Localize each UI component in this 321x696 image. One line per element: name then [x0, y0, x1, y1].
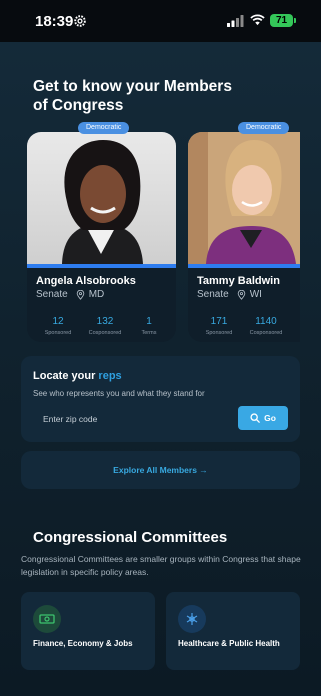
- explore-all-members-button[interactable]: Explore All Members →: [21, 451, 300, 489]
- stat-value: 12: [52, 316, 64, 327]
- status-bar: 18:39 71: [0, 0, 321, 42]
- member-name: Angela Alsobrooks: [36, 275, 136, 287]
- stat-value: 1140: [255, 316, 277, 327]
- stat-cosponsored: 132 Cosponsored: [87, 316, 123, 338]
- stat-terms: 1 Terms: [137, 316, 161, 338]
- party-badge: Democratic: [78, 122, 130, 134]
- go-label: Go: [264, 413, 276, 423]
- location-pin-icon: [237, 289, 245, 300]
- stat-label: Cosponsored: [249, 330, 283, 336]
- member-card[interactable]: Democratic Tammy Baldwin Senate WI 171 S…: [188, 122, 300, 342]
- locate-title-prefix: Locate your: [33, 370, 96, 382]
- party-badge: Democratic: [238, 122, 290, 134]
- party-accent-bar: [27, 264, 176, 268]
- medical-icon-badge: [178, 605, 206, 633]
- party-accent-bar: [188, 264, 300, 268]
- battery-icon: 71: [270, 14, 293, 27]
- money-icon-badge: [33, 605, 61, 633]
- stat-value: 132: [96, 316, 114, 327]
- signal-icon: [227, 15, 244, 27]
- committees-title: Congressional Committees: [33, 529, 228, 546]
- committee-card-healthcare[interactable]: Healthcare & Public Health: [166, 592, 300, 670]
- member-state: WI: [249, 289, 262, 300]
- locate-subtitle: See who represents you and what they sta…: [33, 389, 205, 398]
- battery-tip: [294, 18, 296, 23]
- member-photo: [27, 132, 176, 264]
- locate-reps-card: Locate your reps See who represents you …: [21, 356, 300, 442]
- stat-value: 1: [146, 316, 152, 327]
- wifi-icon: [250, 14, 265, 26]
- page-title: Get to know your Members of Congress: [33, 78, 232, 114]
- committee-card-finance[interactable]: Finance, Economy & Jobs: [21, 592, 155, 670]
- battery-level: 71: [275, 15, 288, 26]
- stat-label: Sponsored: [44, 330, 72, 336]
- committee-label: Healthcare & Public Health: [178, 639, 280, 648]
- member-photo: [188, 132, 300, 264]
- stat-cosponsored: 1140 Cosponsored: [248, 316, 284, 338]
- member-name: Tammy Baldwin: [197, 275, 280, 287]
- committees-description: Congressional Committees are smaller gro…: [21, 554, 301, 577]
- gear-icon: [74, 15, 86, 27]
- stat-value: 171: [210, 316, 228, 327]
- stat-label: Terms: [141, 330, 157, 336]
- stat-label: Sponsored: [205, 330, 233, 336]
- member-chamber: Senate: [197, 289, 229, 300]
- member-chamber: Senate: [36, 289, 68, 300]
- member-meta: Senate MD: [36, 289, 104, 300]
- member-state: MD: [88, 289, 105, 300]
- location-pin-icon: [76, 289, 84, 300]
- medical-icon: [186, 613, 198, 625]
- stat-label: Cosponsored: [88, 330, 122, 336]
- locate-title-accent: reps: [98, 370, 122, 382]
- member-card[interactable]: Democratic Angela Alsobrooks Senate MD 1…: [27, 122, 176, 342]
- money-icon: [39, 614, 55, 624]
- go-button[interactable]: Go: [238, 406, 288, 430]
- committee-label: Finance, Economy & Jobs: [33, 639, 133, 648]
- status-time: 18:39: [35, 13, 74, 30]
- zip-code-input[interactable]: [33, 407, 237, 430]
- stat-sponsored: 12 Sponsored: [43, 316, 73, 338]
- locate-title: Locate your reps: [33, 370, 122, 382]
- member-meta: Senate WI: [197, 289, 262, 300]
- stat-sponsored: 171 Sponsored: [204, 316, 234, 338]
- search-icon: [250, 413, 260, 423]
